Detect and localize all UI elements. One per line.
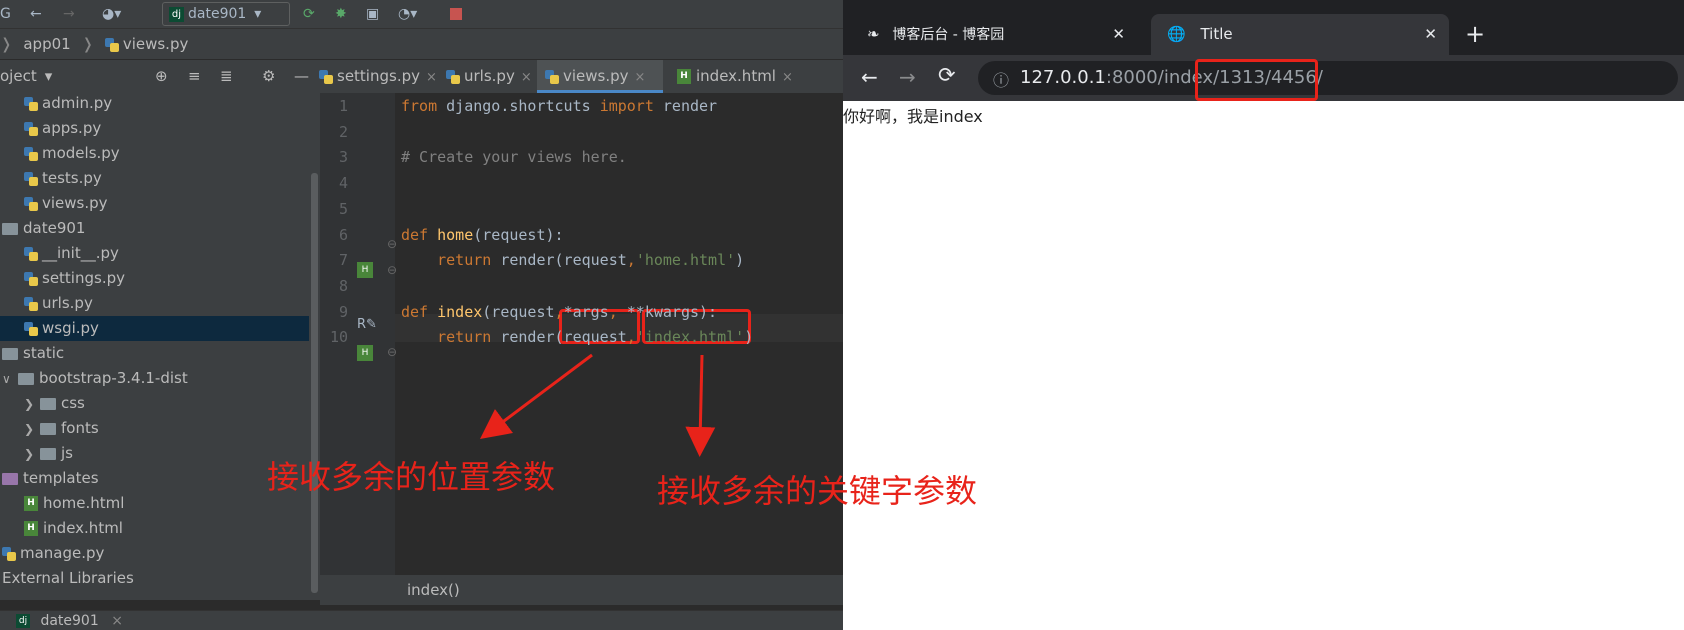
- code-token: ,: [608, 302, 627, 321]
- annotation-arrows: [480, 353, 716, 457]
- code-line[interactable]: return render(request,'home.html'): [401, 247, 744, 274]
- code-token: (request: [482, 302, 555, 321]
- code-token: (request):: [473, 225, 564, 244]
- kwargs-arrow: [685, 354, 716, 457]
- code-token: 'index.html': [635, 328, 745, 347]
- code-token: ): [744, 328, 754, 347]
- code-token: home: [437, 225, 474, 244]
- code-token: *args: [563, 302, 609, 321]
- code-token: ,: [626, 328, 636, 347]
- code-line[interactable]: from django.shortcuts import render: [401, 93, 717, 120]
- code-token: django.shortcuts: [446, 97, 600, 115]
- code-token: import: [599, 97, 663, 115]
- code-token: index: [437, 302, 483, 321]
- code-token: def: [401, 225, 438, 244]
- code-token: from: [401, 97, 447, 115]
- code-token: ,: [554, 302, 564, 321]
- code-line[interactable]: # Create your views here.: [401, 144, 627, 171]
- code-token: **kwargs):: [626, 302, 718, 321]
- code-token: ,: [626, 251, 636, 270]
- code-token: render: [662, 97, 718, 115]
- code-line[interactable]: def index(request,*args, **kwargs):: [401, 299, 717, 326]
- args-arrow: [480, 353, 593, 439]
- code-line[interactable]: def home(request):: [401, 222, 564, 249]
- code-line[interactable]: return render(request,'index.html'): [401, 324, 753, 351]
- kwargs-annotation-label: 接收多余的关键字参数: [657, 472, 978, 510]
- code-token: return: [437, 251, 501, 270]
- code-token: return: [437, 328, 501, 347]
- code-token: # Create your views here.: [401, 148, 627, 167]
- code-token: def: [401, 302, 438, 321]
- code-token: render(request: [500, 328, 627, 347]
- code-token: ): [735, 251, 745, 270]
- code-token: render(request: [500, 251, 627, 270]
- code-token: 'home.html': [635, 251, 736, 270]
- args-annotation-label: 接收多余的位置参数: [267, 458, 556, 496]
